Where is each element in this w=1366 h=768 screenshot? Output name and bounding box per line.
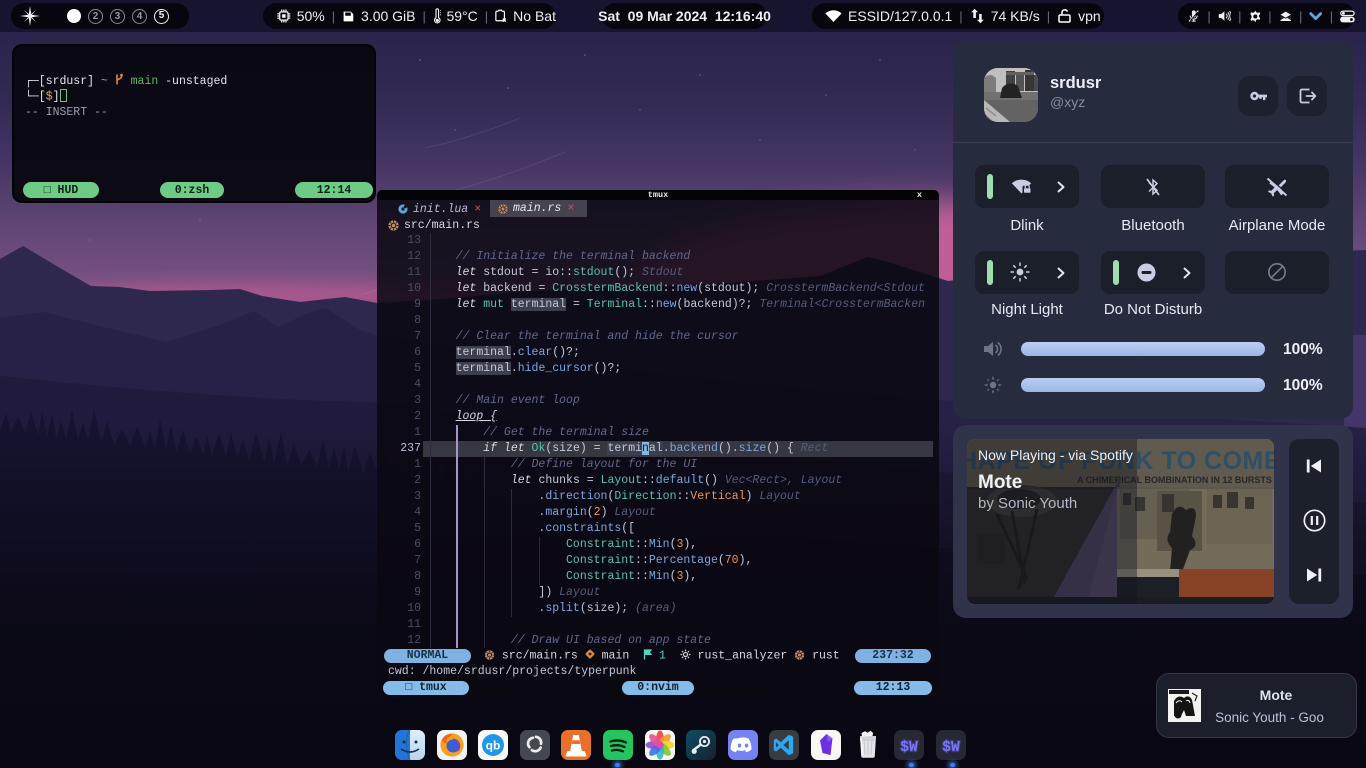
svg-text:$W: $W — [900, 740, 918, 756]
svg-text:$W: $W — [942, 740, 960, 756]
svg-text:qb: qb — [486, 739, 501, 753]
